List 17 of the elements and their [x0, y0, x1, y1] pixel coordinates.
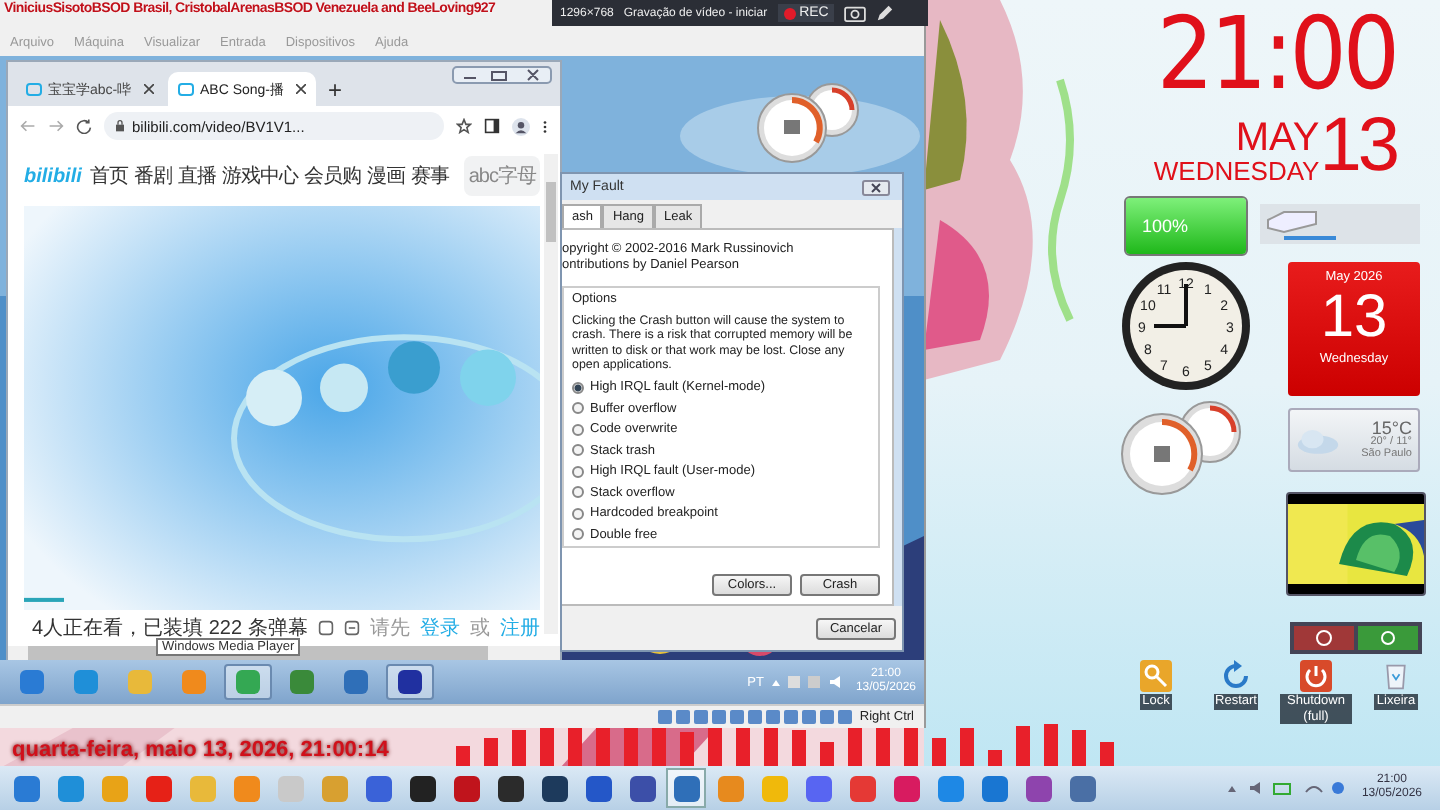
camera-icon[interactable] — [844, 4, 867, 22]
restart-icon — [1220, 660, 1252, 692]
pen-icon[interactable] — [876, 4, 895, 22]
cloud-icon — [1296, 427, 1340, 453]
recycle-bin-icon — [1382, 660, 1410, 692]
clock-day: 13 — [1319, 108, 1396, 184]
clock-time: 21:00 — [1156, 4, 1396, 104]
power-icon — [1300, 660, 1332, 692]
temperature: 15°C — [1371, 419, 1412, 438]
date-caption: quarta-feira, maio 13, 2026, 21:00:14 — [12, 738, 389, 762]
taskbar-app-icon[interactable] — [386, 664, 434, 700]
battery-reading: 100% — [1142, 216, 1189, 236]
calendar-day: 13 — [1320, 284, 1388, 352]
tray-icons[interactable] — [1225, 780, 1346, 796]
clock-month: MAY — [1235, 118, 1320, 158]
power-controls-gadget[interactable] — [1290, 622, 1422, 654]
clock-weekday: WEDNESDAY — [1153, 158, 1320, 184]
